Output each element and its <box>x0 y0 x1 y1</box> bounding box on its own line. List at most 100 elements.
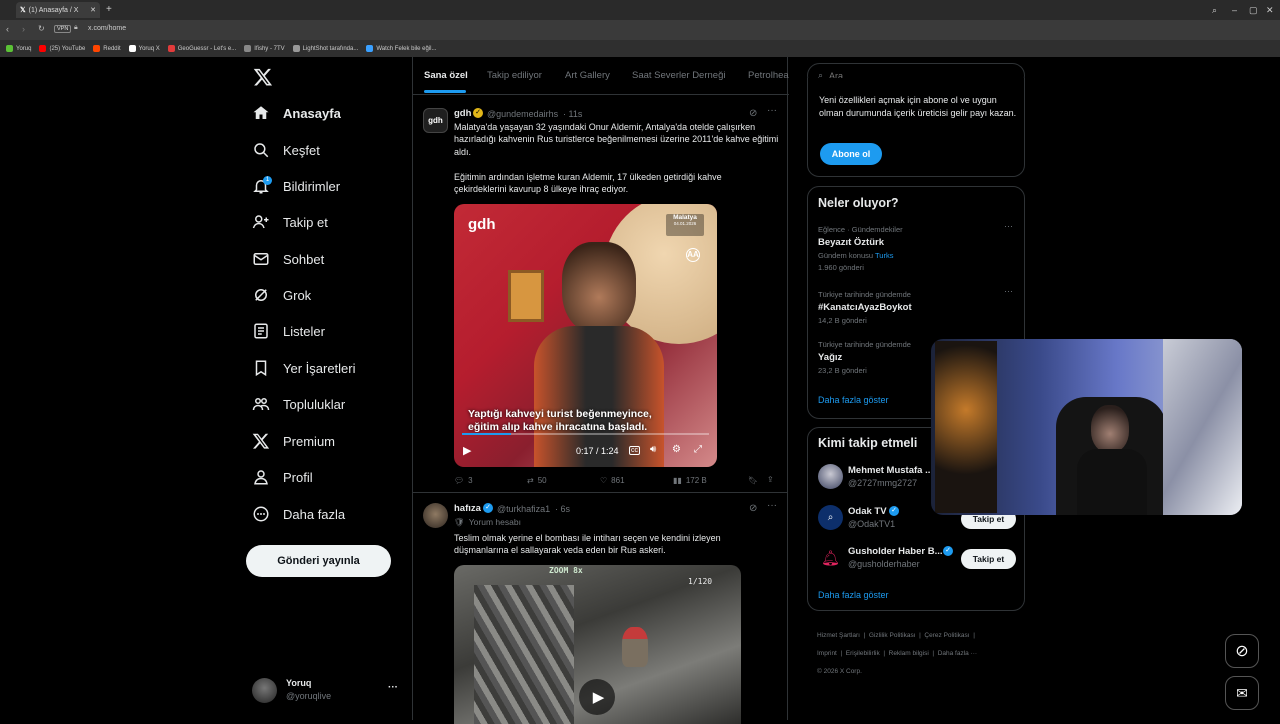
footer-link[interactable]: Çerez Politikası <box>924 632 969 639</box>
bookmark-item[interactable]: Ifishy - 7TV <box>244 45 285 52</box>
more-icon[interactable]: ··· <box>767 105 777 116</box>
trends-show-more[interactable]: Daha fazla göster <box>818 395 889 405</box>
footer-link[interactable]: Daha fazla ··· <box>938 650 977 657</box>
bookmark-icon <box>255 360 267 377</box>
bookmark-item[interactable]: Watch Felek bile eğil... <box>366 45 436 52</box>
bookmark-favicon-icon <box>244 45 252 52</box>
trend-context-link[interactable]: Turks <box>875 251 893 260</box>
tab-sana-ozel[interactable]: Sana özel <box>424 70 468 81</box>
tab-takip-ediliyor[interactable]: Takip ediliyor <box>487 70 542 81</box>
tweet-time[interactable]: · 6s <box>555 504 570 514</box>
post-button[interactable]: Gönderi yayınla <box>246 545 391 577</box>
follow-button[interactable]: Takip et <box>961 549 1016 569</box>
tab-saat-severler[interactable]: Saat Severler Derneği <box>632 70 725 81</box>
vpn-badge[interactable]: VPN <box>54 25 72 33</box>
bookmark-item[interactable]: Yoruq <box>6 45 31 52</box>
tab-art-gallery[interactable]: Art Gallery <box>565 70 610 81</box>
messages-button[interactable]: ✉ <box>1225 676 1259 710</box>
avatar: 🔔︎ <box>818 545 843 570</box>
x-logo-icon[interactable] <box>253 67 273 87</box>
tweet-time[interactable]: · 11s <box>563 109 582 119</box>
nav-item-listeler[interactable]: Listeler <box>252 322 325 340</box>
footer-link[interactable]: Hizmet Şartları <box>817 632 860 639</box>
settings-icon[interactable]: ⚙ <box>672 444 681 455</box>
repost-button[interactable]: ⇄ 50 <box>527 476 547 485</box>
odak-logo-icon: ⌕ <box>827 512 834 523</box>
bookmark-item[interactable]: LightShot tarafında... <box>292 45 358 52</box>
nav-item-profil[interactable]: Profil <box>252 468 313 486</box>
grok-button[interactable]: ⊘ <box>1225 634 1259 668</box>
footer-link[interactable]: Erişilebilirlik <box>846 650 880 657</box>
bookmark-favicon-icon <box>366 45 374 52</box>
grok-icon[interactable]: ⊘ <box>749 503 757 514</box>
footer-link[interactable]: Imprint <box>817 650 837 657</box>
video-location: Malatya <box>673 214 697 221</box>
new-tab-icon[interactable]: + <box>106 4 112 15</box>
trend-item[interactable]: Türkiye tarihinde gündemde #KanatcıAyazB… <box>818 286 1018 328</box>
reply-button[interactable]: 💬︎ 3 <box>454 476 473 485</box>
bookmark-icon[interactable]: 🔖︎ <box>748 476 758 485</box>
nav-item-label: Topluluklar <box>283 396 346 412</box>
play-icon[interactable]: ▶ <box>463 444 471 457</box>
comment-account-icon: 🛡︎ <box>454 517 465 527</box>
like-button[interactable]: ♡ 861 <box>600 476 625 485</box>
community-icon <box>252 398 270 411</box>
url-field[interactable]: x.com/home <box>88 25 126 32</box>
volume-icon[interactable]: 🔊︎ <box>650 444 656 455</box>
footer-link[interactable]: Reklam bilgisi <box>889 650 929 657</box>
views-button[interactable]: ▮▮ 172 B <box>673 476 707 485</box>
captions-icon[interactable]: cc <box>629 446 640 455</box>
nav-item-yer-i̇şaretleri[interactable]: Yer İşaretleri <box>252 359 356 377</box>
account-switcher[interactable]: Yoruq @yoruqlive ··· <box>252 676 402 708</box>
tab-petrolhead[interactable]: Petrolhea <box>748 70 789 81</box>
profile-icon <box>254 470 268 485</box>
tweet[interactable]: gdh gdh ✓ @gundemedairhs · 11s ⊘ ··· Mal… <box>413 100 788 493</box>
footer-link[interactable]: Gizlilik Politikası <box>869 632 916 639</box>
back-icon[interactable]: ‹ <box>6 24 9 34</box>
more-icon[interactable]: ··· <box>1004 286 1013 296</box>
close-window-icon[interactable]: ✕ <box>1266 5 1274 16</box>
bookmark-item[interactable]: GeoGuessr - Let's e... <box>167 45 236 52</box>
tweet-video[interactable]: ZOOM 8x 1/120 ▶ <box>454 565 741 724</box>
nav-item-takip-et[interactable]: Takip et <box>252 213 328 231</box>
more-icon[interactable]: ··· <box>1004 221 1013 231</box>
close-tab-icon[interactable]: ✕ <box>90 6 96 14</box>
tweet-author-name[interactable]: hafıza <box>454 503 481 514</box>
trend-item[interactable]: Eğlence · Gündemdekiler Beyazıt Öztürk G… <box>818 221 1018 280</box>
nav-item-keşfet[interactable]: Keşfet <box>252 141 320 159</box>
more-icon[interactable]: ··· <box>767 500 777 511</box>
nav-item-sohbet[interactable]: Sohbet <box>252 250 324 268</box>
bookmark-item[interactable]: Reddit <box>93 45 121 52</box>
minimize-icon[interactable]: – <box>1232 5 1237 15</box>
avatar[interactable] <box>423 503 448 528</box>
maximize-icon[interactable]: ▢ <box>1249 5 1258 16</box>
lock-icon: 🔒︎ <box>74 24 78 31</box>
grok-icon[interactable]: ⊘ <box>749 108 757 119</box>
bookmark-item[interactable]: (25) YouTube <box>39 45 85 52</box>
browser-tab[interactable]: 𝕏 (1) Anasayfa / X ✕ <box>16 2 100 18</box>
nav-item-daha-fazla[interactable]: Daha fazla <box>252 505 345 523</box>
tweet-author-handle[interactable]: @turkhafiza1 <box>497 504 550 514</box>
tweet-video[interactable]: gdh Malatya 04.01.2026 AA Yaptığı kahvey… <box>454 204 717 467</box>
fullscreen-icon[interactable]: ⤢ <box>694 444 702 455</box>
nav-item-topluluklar[interactable]: Topluluklar <box>252 395 345 413</box>
play-button[interactable]: ▶ <box>579 679 615 715</box>
share-icon[interactable]: ⇪ <box>767 475 774 484</box>
tweet[interactable]: hafıza ✓ @turkhafiza1 · 6s ⊘ ··· 🛡︎ Yorum… <box>413 494 788 724</box>
tweet-author-name[interactable]: gdh <box>454 108 471 119</box>
nav-item-grok[interactable]: Grok <box>252 286 311 304</box>
repost-count: 50 <box>537 476 547 485</box>
follow-show-more[interactable]: Daha fazla göster <box>818 590 889 600</box>
follow-suggestion[interactable]: 🔔︎ Gusholder Haber B... ✓ @gusholderhabe… <box>808 543 1026 577</box>
search-tabs-icon[interactable]: ⌕ <box>1212 5 1217 16</box>
avatar[interactable]: gdh <box>423 108 448 133</box>
forward-icon[interactable]: › <box>22 24 25 34</box>
nav-item-anasayfa[interactable]: Anasayfa <box>252 104 341 122</box>
bookmark-item[interactable]: Yoruq X <box>128 45 160 52</box>
tweet-author-handle[interactable]: @gundemedairhs <box>487 109 558 119</box>
nav-item-premium[interactable]: Premium <box>252 432 335 450</box>
subscribe-button[interactable]: Abone ol <box>820 143 882 165</box>
video-progress-track[interactable] <box>462 433 709 435</box>
reload-icon[interactable]: ↻ <box>38 24 45 33</box>
address-bar: ‹ › ↻ VPN 🔒︎ x.com/home <box>0 20 1280 53</box>
